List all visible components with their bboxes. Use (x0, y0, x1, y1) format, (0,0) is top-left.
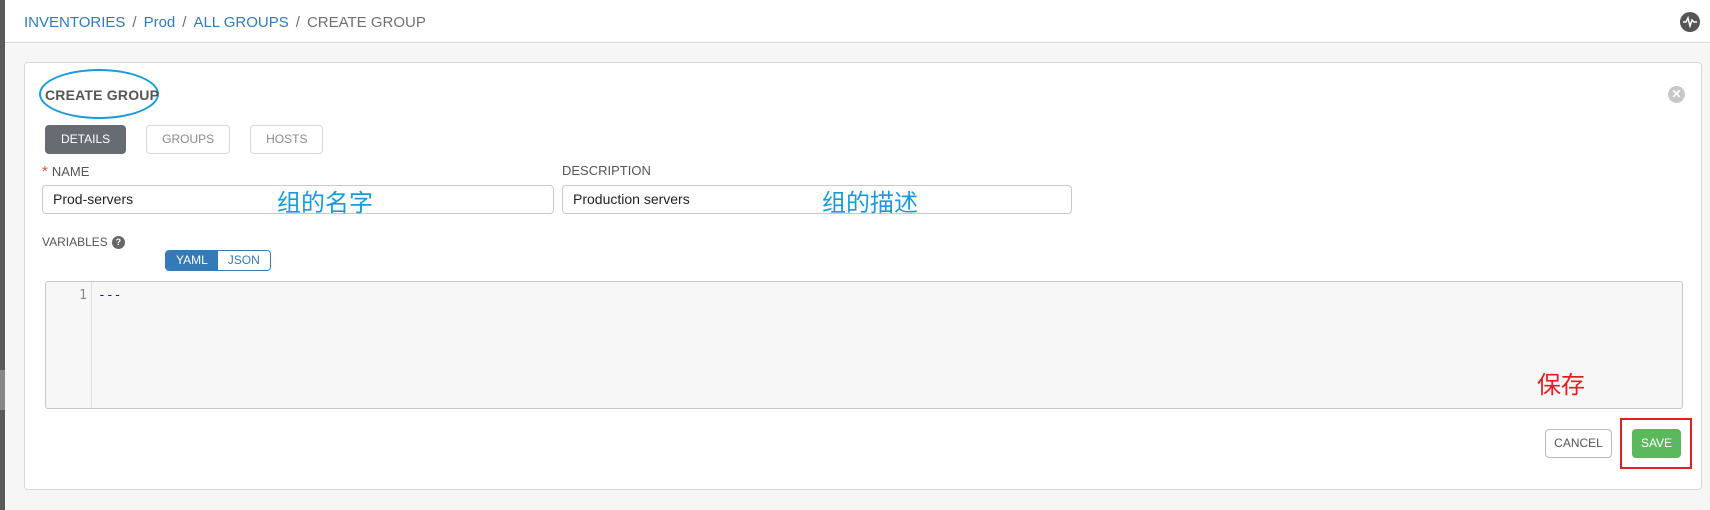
yaml-toggle-button[interactable]: YAML (166, 251, 218, 270)
help-icon[interactable]: ? (111, 236, 125, 250)
name-label-text: NAME (51, 164, 90, 179)
description-input[interactable]: Production servers (562, 185, 1072, 214)
activity-stream-icon[interactable] (1680, 12, 1700, 32)
variables-label: VARIABLES? (42, 235, 125, 250)
close-icon[interactable]: ✕ (1668, 86, 1685, 103)
name-label: * NAME (42, 163, 89, 180)
tab-groups[interactable]: GROUPS (146, 125, 231, 154)
cancel-button[interactable]: CANCEL (1545, 429, 1612, 458)
save-button[interactable]: SAVE (1632, 429, 1681, 458)
breadcrumb: INVENTORIES / Prod / ALL GROUPS / CREATE GROUP (24, 14, 426, 31)
panel-title: CREATE GROUP (45, 87, 160, 103)
breadcrumb-current: CREATE GROUP (306, 14, 426, 31)
pulse-icon (1683, 16, 1697, 28)
breadcrumb-inventories[interactable]: INVENTORIES (24, 14, 125, 31)
tab-hosts[interactable]: HOSTS (250, 125, 324, 154)
tab-bar: DETAILS GROUPS HOSTS (45, 125, 324, 154)
create-group-panel: CREATE GROUP ✕ DETAILS GROUPS HOSTS * NAM… (24, 62, 1702, 490)
breadcrumb-separator: / (295, 14, 300, 31)
required-marker: * (42, 163, 48, 180)
breadcrumb-separator: / (132, 14, 137, 31)
json-toggle-button[interactable]: JSON (217, 251, 270, 270)
description-label: DESCRIPTION (562, 163, 651, 178)
format-toggle: YAML JSON (165, 250, 271, 271)
description-annotation: 组的描述 (822, 190, 918, 217)
editor-gutter: 1 (46, 282, 92, 408)
save-annotation: 保存 (1537, 372, 1585, 399)
line-number: 1 (79, 288, 87, 303)
variables-editor[interactable]: 1 --- (45, 281, 1683, 409)
breadcrumb-prod[interactable]: Prod (144, 14, 176, 31)
tab-details[interactable]: DETAILS (45, 125, 127, 154)
editor-code-line[interactable]: --- (98, 288, 121, 303)
variables-label-text: VARIABLES (42, 235, 108, 249)
breadcrumb-separator: / (182, 14, 187, 31)
top-bar: INVENTORIES / Prod / ALL GROUPS / CREATE GROUP (5, 0, 1710, 43)
breadcrumb-all-groups[interactable]: ALL GROUPS (193, 14, 288, 31)
name-annotation: 组的名字 (277, 190, 373, 217)
